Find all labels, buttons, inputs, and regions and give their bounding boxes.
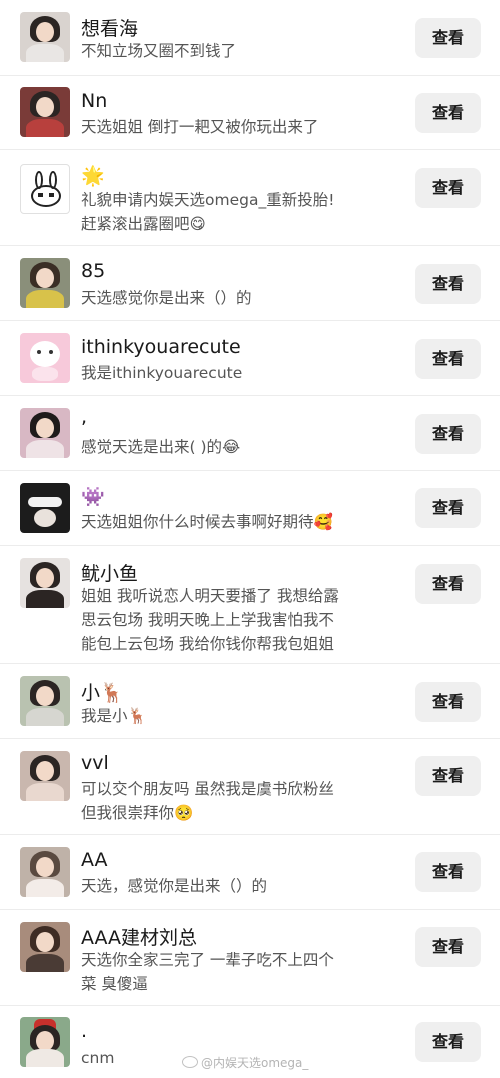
list-item: 👾 天选姐姐你什么时候去事啊好期待🥰 查看 xyxy=(0,471,500,546)
comment-text: 天选你全家三完了 一辈子吃不上四个 菜 臭傻逼 xyxy=(81,951,334,993)
list-item: AA 天选，感觉你是出来（）的 查看 xyxy=(0,835,500,910)
comment-text: 姐姐 我听说恋人明天要播了 我想给露 思云包场 我明天晚上上学我害怕我不 能包上… xyxy=(81,587,339,653)
list-item: vvl 可以交个朋友吗 虽然我是虞书欣粉丝 但我很崇拜你🥺 查看 xyxy=(0,739,500,835)
view-button[interactable]: 查看 xyxy=(415,682,481,722)
avatar[interactable] xyxy=(20,87,70,137)
avatar[interactable] xyxy=(20,676,70,726)
watermark: @内娱天选omega_ xyxy=(182,1054,308,1071)
list-item: 想看海 不知立场又圈不到钱了 查看 xyxy=(0,0,500,76)
avatar[interactable] xyxy=(20,258,70,308)
comment-text: 天选，感觉你是出来（）的 xyxy=(81,877,268,895)
comment-text: 感觉天选是出来( )的😂 xyxy=(81,438,241,456)
list-item: 85 天选感觉你是出来（）的 查看 xyxy=(0,246,500,321)
view-button[interactable]: 查看 xyxy=(415,93,481,133)
user-name[interactable]: . xyxy=(81,1020,87,1042)
view-button[interactable]: 查看 xyxy=(415,264,481,304)
comment-text: 我是ithinkyouarecute xyxy=(81,364,243,382)
list-item: Nn 天选姐姐 倒打一耙又被你玩出来了 查看 xyxy=(0,76,500,150)
comment-text: 天选姐姐你什么时候去事啊好期待🥰 xyxy=(81,513,333,531)
user-name[interactable]: 鱿小鱼 xyxy=(81,559,138,586)
view-button[interactable]: 查看 xyxy=(415,488,481,528)
user-name[interactable]: ithinkyouarecute xyxy=(81,336,241,358)
avatar[interactable] xyxy=(20,12,70,62)
list-item: AAA建材刘总 天选你全家三完了 一辈子吃不上四个 菜 臭傻逼 查看 xyxy=(0,910,500,1006)
list-item: ithinkyouarecute 我是ithinkyouarecute 查看 xyxy=(0,321,500,396)
user-name[interactable]: 👾 xyxy=(81,485,105,508)
user-name[interactable]: AAA建材刘总 xyxy=(81,923,197,950)
comment-text: 礼貌申请内娱天选omega_重新投胎! 赶紧滚出露圈吧😋 xyxy=(81,191,335,233)
view-button[interactable]: 查看 xyxy=(415,168,481,208)
view-button[interactable]: 查看 xyxy=(415,756,481,796)
comment-text: 天选姐姐 倒打一耙又被你玩出来了 xyxy=(81,118,319,136)
view-button[interactable]: 查看 xyxy=(415,1022,481,1062)
list-item: 小🦌 我是小🦌 查看 xyxy=(0,664,500,739)
user-name[interactable]: AA xyxy=(81,849,108,871)
avatar[interactable] xyxy=(20,751,70,801)
avatar[interactable] xyxy=(20,333,70,383)
avatar[interactable] xyxy=(20,922,70,972)
view-button[interactable]: 查看 xyxy=(415,852,481,892)
comment-text: 我是小🦌 xyxy=(81,707,147,725)
user-name[interactable]: 🌟 xyxy=(81,164,105,187)
user-name[interactable]: Nn xyxy=(81,90,107,112)
avatar[interactable] xyxy=(20,1017,70,1067)
user-name[interactable]: vvl xyxy=(81,752,109,774)
list-item: 🌟 礼貌申请内娱天选omega_重新投胎! 赶紧滚出露圈吧😋 查看 xyxy=(0,150,500,246)
user-name[interactable]: 85 xyxy=(81,260,105,282)
view-button[interactable]: 查看 xyxy=(415,18,481,58)
avatar[interactable] xyxy=(20,164,70,214)
weibo-icon xyxy=(182,1056,198,1068)
comment-text: 可以交个朋友吗 虽然我是虞书欣粉丝 但我很崇拜你🥺 xyxy=(81,780,334,822)
view-button[interactable]: 查看 xyxy=(415,339,481,379)
user-name[interactable]: 想看海 xyxy=(81,14,138,41)
view-button[interactable]: 查看 xyxy=(415,564,481,604)
avatar[interactable] xyxy=(20,483,70,533)
user-name[interactable]: , xyxy=(81,406,87,428)
avatar[interactable] xyxy=(20,408,70,458)
comment-text: 天选感觉你是出来（）的 xyxy=(81,289,252,307)
view-button[interactable]: 查看 xyxy=(415,414,481,454)
avatar[interactable] xyxy=(20,847,70,897)
comment-text: 不知立场又圈不到钱了 xyxy=(81,42,237,60)
comment-list: 想看海 不知立场又圈不到钱了 查看 Nn 天选姐姐 倒打一耙又被你玩出来了 查看… xyxy=(0,0,500,1078)
view-button[interactable]: 查看 xyxy=(415,927,481,967)
avatar[interactable] xyxy=(20,558,70,608)
user-name[interactable]: 小🦌 xyxy=(81,678,124,705)
list-item: , 感觉天选是出来( )的😂 查看 xyxy=(0,396,500,471)
list-item: 鱿小鱼 姐姐 我听说恋人明天要播了 我想给露 思云包场 我明天晚上上学我害怕我不… xyxy=(0,546,500,664)
